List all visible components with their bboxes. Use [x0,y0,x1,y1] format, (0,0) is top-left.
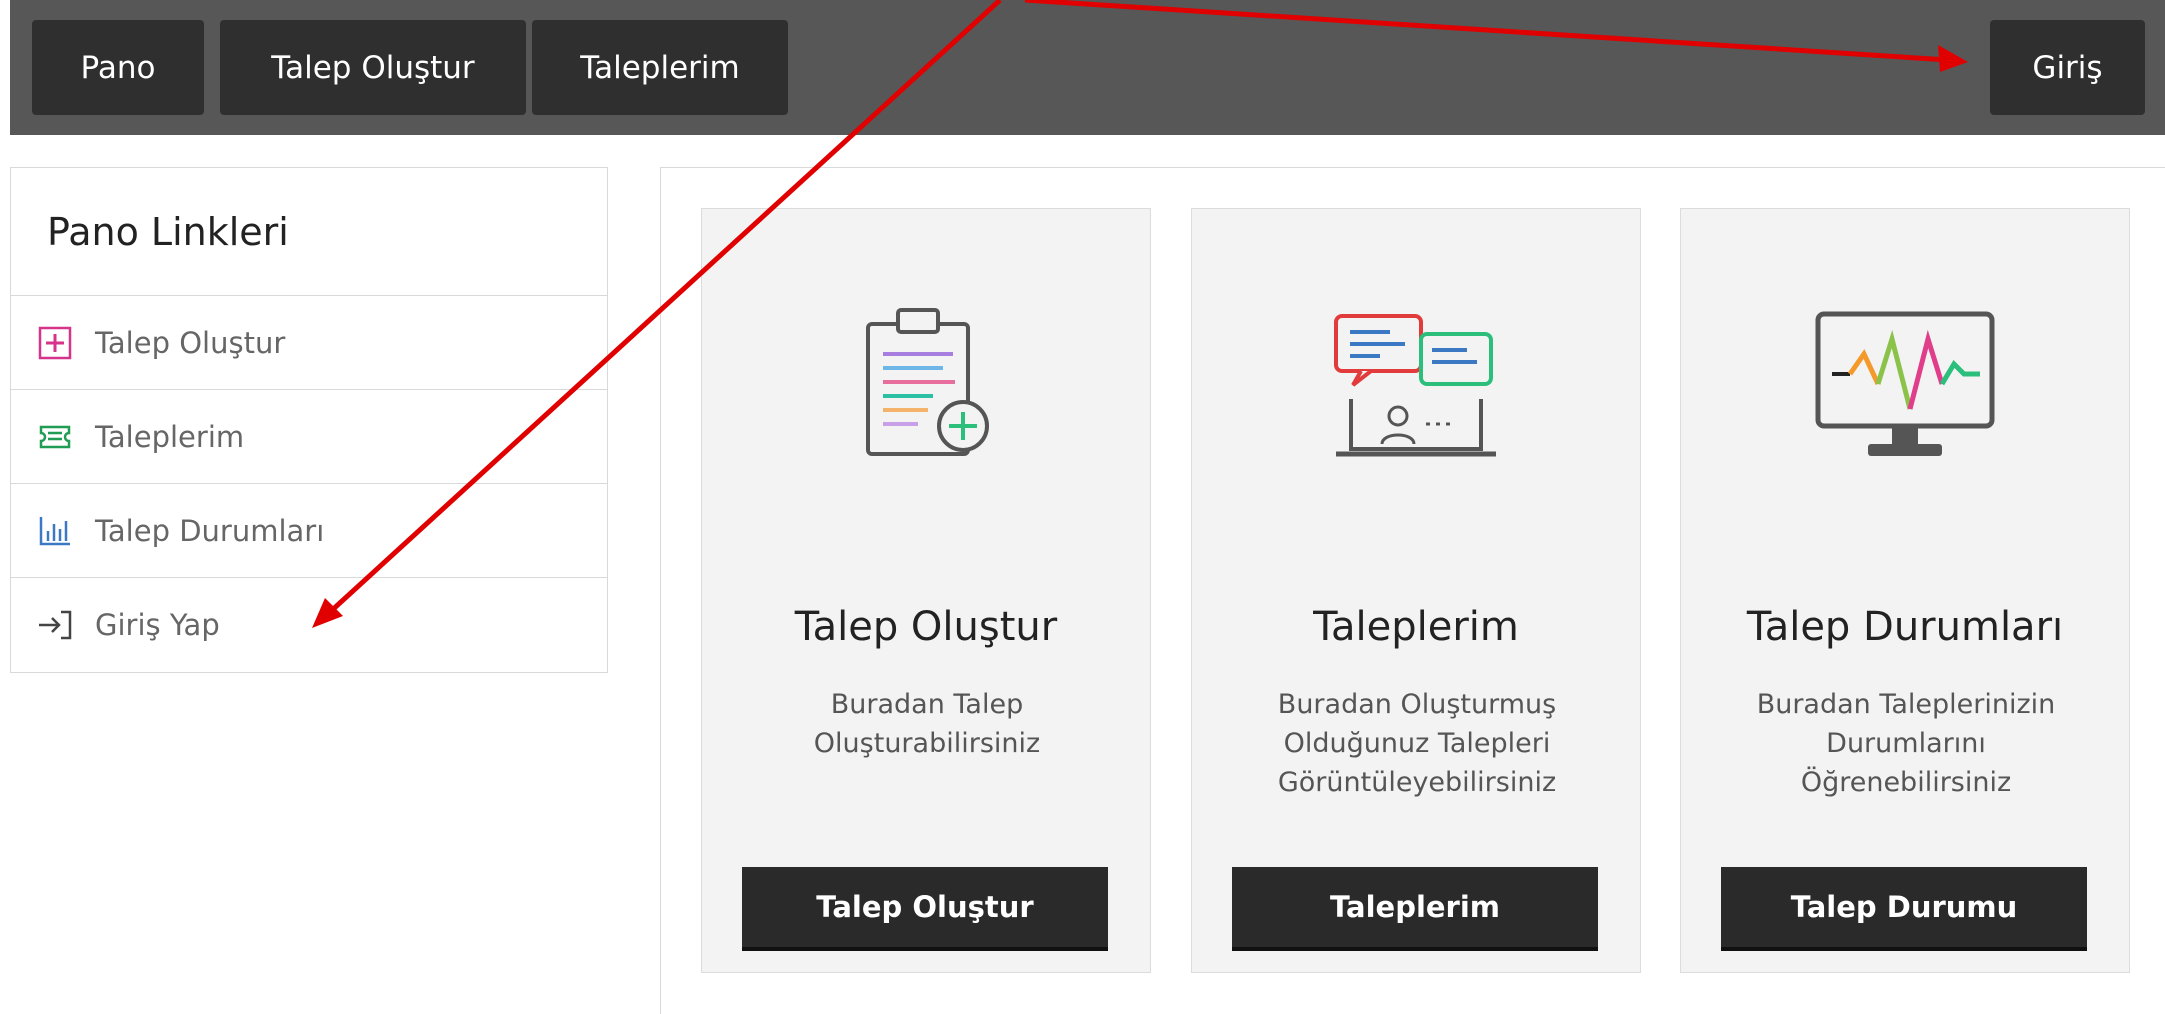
bar-chart-icon [37,513,73,549]
monitor-pulse-icon [1681,304,2129,504]
ticket-icon [37,419,73,455]
main-panel: Talep Oluştur Buradan Talep Oluşturabili… [660,167,2165,1014]
sidebar-title: Pano Linkleri [11,168,607,296]
talep-olustur-button[interactable]: Talep Oluştur [742,867,1108,951]
card-description: Buradan Taleplerinizin Durumlarını Öğren… [1756,689,2056,798]
card-title: Taleplerim [1313,604,1519,650]
sidebar-item-giris-yap[interactable]: Giriş Yap [11,578,607,672]
nav-talep-olustur[interactable]: Talep Oluştur [220,20,526,115]
sidebar-item-talep-durumlari[interactable]: Talep Durumları [11,484,607,578]
talep-durumu-button[interactable]: Talep Durumu [1721,867,2087,951]
card-talep-durumlari: Talep Durumları Buradan Taleplerinizin D… [1680,208,2130,973]
login-button[interactable]: Giriş [1990,20,2145,115]
sidebar-item-talep-olustur[interactable]: Talep Oluştur [11,296,607,390]
card-taleplerim: Taleplerim Buradan Oluşturmuş Olduğunuz … [1191,208,1641,973]
nav-taleplerim[interactable]: Taleplerim [532,20,788,115]
sidebar-item-label: Talep Durumları [95,513,325,548]
taleplerim-button[interactable]: Taleplerim [1232,867,1598,951]
clipboard-plus-icon [702,304,1150,504]
top-navbar: Pano Talep Oluştur Taleplerim Giriş [10,0,2165,135]
sidebar: Pano Linkleri Talep Oluştur Taleplerim T… [10,167,608,673]
sidebar-item-label: Giriş Yap [95,608,220,642]
sidebar-item-taleplerim[interactable]: Taleplerim [11,390,607,484]
sidebar-item-label: Talep Oluştur [95,325,286,360]
login-arrow-icon [37,607,73,643]
card-talep-olustur: Talep Oluştur Buradan Talep Oluşturabili… [701,208,1151,973]
card-title: Talep Durumları [1746,604,2064,650]
nav-pano[interactable]: Pano [32,20,204,115]
card-description: Buradan Talep Oluşturabilirsiniz [813,689,1041,759]
plus-square-icon [37,325,73,361]
sidebar-item-label: Taleplerim [95,419,245,454]
chat-laptop-icon [1192,304,1640,504]
card-description: Buradan Oluşturmuş Olduğunuz Talepleri G… [1277,689,1557,798]
card-title: Talep Oluştur [794,604,1058,650]
